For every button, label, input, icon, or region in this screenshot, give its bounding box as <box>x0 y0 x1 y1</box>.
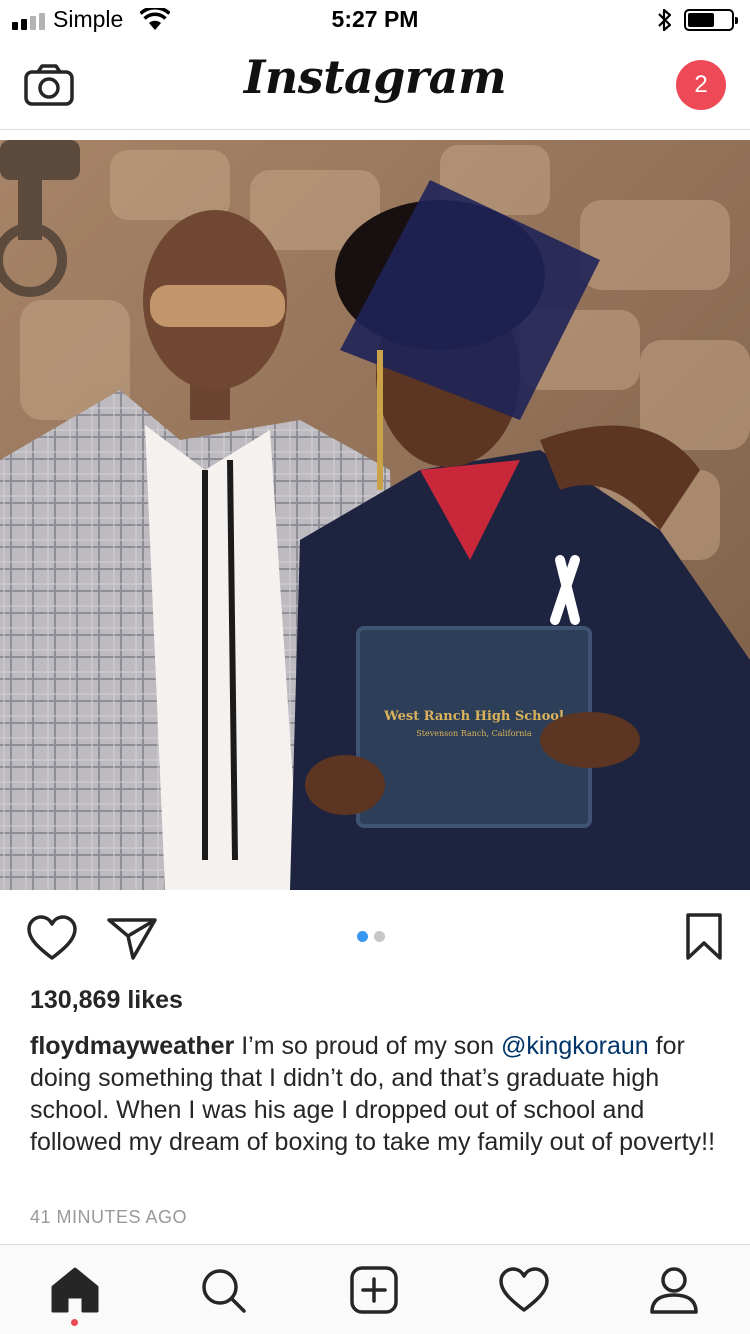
direct-messages-badge[interactable]: 2 <box>676 60 726 110</box>
share-icon[interactable] <box>106 914 158 962</box>
profile-icon[interactable] <box>646 1265 702 1315</box>
like-count[interactable]: 130,869 likes <box>30 986 183 1015</box>
caption-mention[interactable]: @kingkoraun <box>501 1032 649 1060</box>
search-icon[interactable] <box>196 1265 252 1315</box>
bluetooth-icon <box>658 8 672 32</box>
carousel-dot-active <box>357 931 368 942</box>
post-photo[interactable]: West Ranch High School Stevenson Ranch, … <box>0 140 750 890</box>
instagram-logo: Instagram <box>243 50 507 104</box>
caption-text: I’m so proud of my son <box>234 1032 502 1060</box>
bookmark-icon[interactable] <box>684 912 724 962</box>
post-action-bar <box>0 900 750 976</box>
bottom-nav <box>0 1244 750 1334</box>
diploma-location: Stevenson Ranch, California <box>416 729 532 738</box>
battery-icon <box>684 9 738 31</box>
home-icon[interactable] <box>47 1265 103 1315</box>
post-timestamp: 41 MINUTES AGO <box>30 1207 188 1227</box>
status-bar: Simple 5:27 PM <box>0 0 750 40</box>
activity-indicator-dot <box>71 1319 78 1326</box>
heart-icon[interactable] <box>496 1265 552 1315</box>
diploma-school-name: West Ranch High School <box>383 709 564 724</box>
app-header: Instagram 2 <box>0 40 750 130</box>
post-caption: floydmayweather I’m so proud of my son @… <box>30 1030 730 1158</box>
heart-icon[interactable] <box>26 914 78 962</box>
add-icon[interactable] <box>346 1265 402 1315</box>
clock: 5:27 PM <box>331 6 419 32</box>
carousel-dot <box>374 931 385 942</box>
carousel-indicator <box>357 931 385 942</box>
caption-username[interactable]: floydmayweather <box>30 1032 234 1060</box>
